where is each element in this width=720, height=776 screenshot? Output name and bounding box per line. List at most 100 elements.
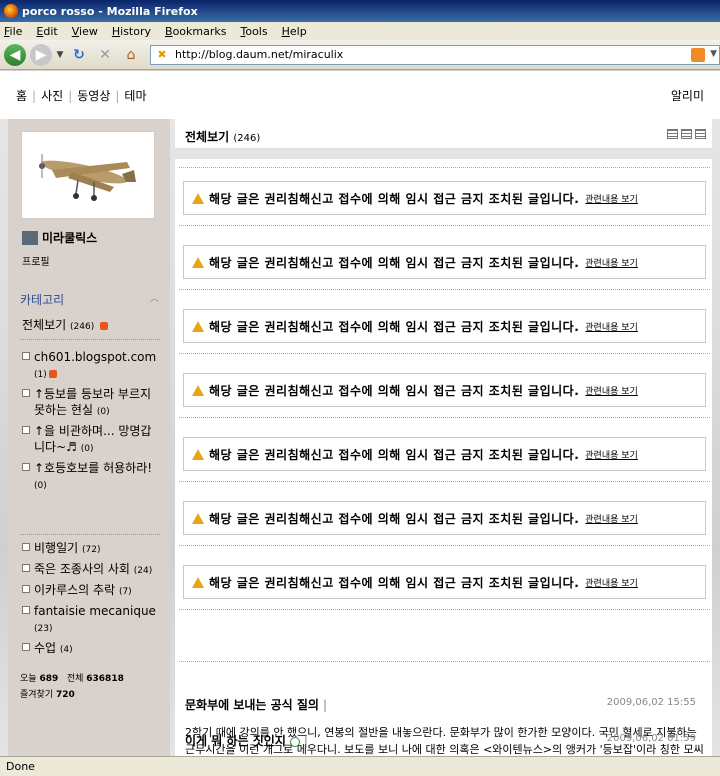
category-collapse-icon[interactable]: ︿ — [150, 291, 159, 304]
notice-text: 해당 글은 권리침해신고 접수에 의해 임시 접근 금지 조치된 글입니다. — [209, 511, 580, 526]
forward-arrow-icon: ▶ — [35, 46, 47, 63]
category-all-label: 전체보기 — [22, 318, 67, 332]
related-content-link[interactable]: 관련내용 보기 — [585, 256, 638, 269]
warning-icon — [192, 320, 204, 332]
divider — [179, 167, 710, 168]
firefox-icon — [4, 4, 18, 18]
folder-icon — [22, 585, 30, 593]
blog-nickname[interactable]: 미라쿨릭스 — [22, 229, 97, 246]
category-list-a: ch601.blogspot.com (1) ↑등보를 등보라 부르지 못하는 현… — [22, 349, 162, 497]
warning-icon — [192, 576, 204, 588]
post-title[interactable]: 이게 뭐 하는 짓인지 | — [185, 732, 308, 749]
category-count: (23) — [34, 624, 53, 634]
related-content-link[interactable]: 관련내용 보기 — [585, 192, 638, 205]
category-item[interactable]: 수업 (4) — [22, 640, 162, 658]
warning-icon — [192, 192, 204, 204]
folder-icon — [22, 543, 30, 551]
category-item[interactable]: ch601.blogspot.com (1) — [22, 349, 162, 383]
category-count: (1) — [34, 370, 47, 380]
nav-home[interactable]: 홈 — [16, 87, 27, 104]
related-content-link[interactable]: 관련내용 보기 — [585, 384, 638, 397]
category-count: (7) — [118, 587, 132, 597]
category-label: fantaisie mecanique — [34, 604, 156, 618]
stats-today-label: 오늘 — [20, 674, 37, 684]
reload-button[interactable]: ↻ — [68, 44, 90, 66]
blocked-post-notice: 해당 글은 권리침해신고 접수에 의해 임시 접근 금지 조치된 글입니다. 관련… — [183, 437, 706, 471]
menu-view[interactable]: View — [72, 25, 98, 38]
site-favicon-icon: ✖ — [157, 48, 167, 61]
history-dropdown-button[interactable]: ▼ — [56, 44, 64, 66]
category-count: (72) — [82, 545, 101, 555]
chevron-down-icon: ▼ — [56, 49, 64, 60]
menu-help[interactable]: Help — [282, 25, 307, 38]
window-titlebar: porco rosso - Mozilla Firefox — [0, 0, 720, 22]
profile-link[interactable]: 프로필 — [22, 253, 50, 268]
profile-image[interactable] — [21, 131, 155, 219]
menu-bookmarks[interactable]: Bookmarks — [165, 25, 226, 38]
stats-total-value: 636818 — [86, 674, 124, 684]
post-count: (246) — [233, 133, 261, 144]
rss-feed-icon[interactable] — [691, 47, 705, 62]
list-view-icon[interactable] — [667, 129, 678, 139]
category-item[interactable]: 비행일기 (72) — [22, 540, 162, 558]
full-view-icon[interactable] — [695, 129, 706, 139]
blocked-post-notice: 해당 글은 권리침해신고 접수에 의해 임시 접근 금지 조치된 글입니다. 관련… — [183, 309, 706, 343]
url-bar[interactable]: ✖ http://blog.daum.net/miraculix ▼ — [150, 44, 720, 65]
category-count: (0) — [34, 481, 47, 491]
category-all[interactable]: 전체보기 (246) — [22, 316, 109, 333]
related-content-link[interactable]: 관련내용 보기 — [585, 576, 638, 589]
home-button[interactable]: ⌂ — [120, 44, 142, 66]
menu-file[interactable]: File — [4, 25, 22, 38]
stop-icon: ✕ — [99, 46, 111, 63]
new-badge-icon — [48, 369, 57, 378]
nav-theme[interactable]: 테마 — [124, 87, 146, 104]
folder-icon — [22, 643, 30, 651]
category-item[interactable]: ↑등보를 등보라 부르지 못하는 현실 (0) — [22, 386, 162, 420]
related-content-link[interactable]: 관련내용 보기 — [585, 448, 638, 461]
summary-view-icon[interactable] — [681, 129, 692, 139]
related-content-link[interactable]: 관련내용 보기 — [585, 320, 638, 333]
notifier-link[interactable]: 알리미 — [671, 87, 704, 104]
post-title-text: 이게 뭐 하는 짓인지 — [185, 734, 286, 748]
category-item[interactable]: ↑호등호보를 허용하라! (0) — [22, 460, 162, 494]
reload-icon: ↻ — [73, 46, 85, 63]
stats-fav-label: 즐겨찾기 — [20, 690, 54, 700]
blocked-post-notice: 해당 글은 권리침해신고 접수에 의해 임시 접근 금지 조치된 글입니다. 관련… — [183, 181, 706, 215]
divider — [179, 417, 710, 418]
divider — [179, 481, 710, 482]
folder-icon — [22, 564, 30, 572]
nav-video[interactable]: 동영상 — [77, 87, 110, 104]
divider — [179, 353, 710, 354]
folder-icon — [22, 463, 30, 471]
stop-button[interactable]: ✕ — [94, 44, 116, 66]
post-title[interactable]: 문화부에 보내는 공식 질의 | — [185, 696, 327, 713]
post-date: 2009,06,02 01:59 — [606, 733, 696, 744]
category-item[interactable]: fantaisie mecanique (23) — [22, 603, 162, 637]
category-item[interactable]: 이카루스의 추락 (7) — [22, 582, 162, 600]
post-list: 문화부에 보내는 공식 질의 | 2009,06,02 15:55 2학기 때에 … — [175, 159, 712, 756]
menu-tools[interactable]: Tools — [240, 25, 267, 38]
menu-edit[interactable]: Edit — [36, 25, 57, 38]
divider — [179, 225, 710, 226]
url-dropdown-icon[interactable]: ▼ — [710, 49, 717, 59]
category-item[interactable]: ↑을 비관하며... 망명갑니다~♬ (0) — [22, 423, 162, 457]
category-item[interactable]: 죽은 조종사의 사회 (24) — [22, 561, 162, 579]
visitor-stats: 오늘 689 전체 636818 즐겨찾기 720 — [20, 671, 124, 703]
related-content-link[interactable]: 관련내용 보기 — [585, 512, 638, 525]
notice-text: 해당 글은 권리침해신고 접수에 의해 임시 접근 금지 조치된 글입니다. — [209, 255, 580, 270]
back-button[interactable]: ◀ — [4, 43, 26, 66]
forward-button[interactable]: ▶ — [30, 43, 52, 66]
blocked-post-notice: 해당 글은 권리침해신고 접수에 의해 임시 접근 금지 조치된 글입니다. 관련… — [183, 373, 706, 407]
new-badge-icon — [100, 321, 109, 330]
blocked-post-notice: 해당 글은 권리침해신고 접수에 의해 임시 접근 금지 조치된 글입니다. 관련… — [183, 501, 706, 535]
url-text: http://blog.daum.net/miraculix — [175, 48, 344, 61]
menu-history[interactable]: History — [112, 25, 151, 38]
nav-photo[interactable]: 사진 — [41, 87, 63, 104]
category-divider — [20, 339, 160, 340]
warning-icon — [192, 256, 204, 268]
navigation-toolbar: ◀ ▶ ▼ ↻ ✕ ⌂ ✖ http://blog.daum.net/mirac… — [0, 40, 720, 70]
category-count: (0) — [80, 444, 94, 454]
pencil-icon — [289, 736, 300, 747]
window-title: porco rosso - Mozilla Firefox — [22, 4, 198, 18]
post-date: 2009,06,02 15:55 — [606, 697, 696, 708]
